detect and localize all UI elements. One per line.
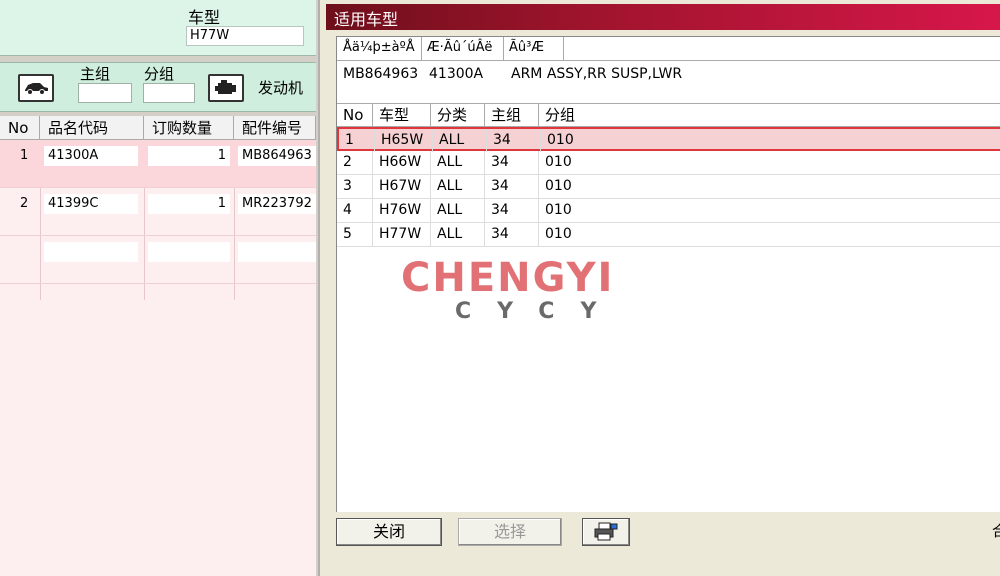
table-row[interactable]: 1 H65W ALL 34 010 [337,127,1000,152]
sub-group-label: 分组 [144,65,175,83]
header-divider [503,37,504,61]
main-group-field[interactable] [78,83,132,103]
model-field[interactable]: H77W [186,26,304,46]
chengyi-watermark: CHENGYI CYCY [401,255,641,324]
dialog-titlebar[interactable]: 适用车型 [326,4,1000,30]
class-cell: ALL [431,223,485,246]
model-cell: H77W [373,223,431,246]
dialog-title: 适用车型 [334,10,399,29]
main-group-cell: 34 [487,129,541,152]
column-header[interactable]: No [337,104,373,126]
main-group-cell: 34 [485,175,539,198]
search-band: 主组 分组 发动机 [0,62,316,112]
watermark-sub-text: CYCY [455,299,623,324]
model-cell: H65W [375,129,433,152]
column-header[interactable]: 车型 [373,104,431,126]
part-number[interactable]: MR223792 [238,194,316,214]
column-header[interactable]: 分类 [431,104,485,126]
class-cell: ALL [431,199,485,222]
sub-group-cell: 010 [539,223,1000,246]
info-header: Æ·Ãû´úÂë [427,40,493,55]
class-cell: ALL [431,175,485,198]
class-cell: ALL [431,151,485,174]
model-cell: H66W [373,151,431,174]
column-header[interactable]: No [0,116,40,140]
row-number: 5 [337,223,373,246]
sub-group-cell: 010 [539,151,1000,174]
applicable-models-dialog: 适用车型 Åä¼þ±àºÅ Æ·Ãû´úÂë Ãû³Æ MB864963 413… [318,0,1000,576]
table-row[interactable]: 3 H67W ALL 34 010 [337,175,1000,199]
background-header: 车型 H77W [0,0,316,56]
sub-group-cell: 010 [539,199,1000,222]
table-row[interactable]: 1 41300A 1 MB864963 [0,140,316,188]
order-quantity[interactable]: 1 [148,194,230,214]
table-row[interactable] [0,236,316,284]
engine-label: 发动机 [258,79,304,97]
row-number: 1 [339,129,375,152]
sub-group-cell: 010 [539,175,1000,198]
row-number: 3 [337,175,373,198]
sub-group-cell: 010 [541,129,1000,152]
row-number: 2 [20,196,29,211]
part-number[interactable]: MB864963 [238,146,316,166]
column-header[interactable]: 订购数量 [144,116,234,140]
main-group-cell: 34 [485,199,539,222]
column-header[interactable]: 配件编号 [234,116,316,140]
table-row[interactable]: 2 H66W ALL 34 010 [337,151,1000,175]
main-group-label: 主组 [80,65,111,83]
main-group-cell: 34 [485,223,539,246]
select-button[interactable]: 选择 [458,518,562,546]
dialog-body: Åä¼þ±àºÅ Æ·Ãû´úÂë Ãû³Æ MB864963 41300A A… [336,36,1000,512]
engine-button[interactable] [208,74,244,102]
print-button[interactable] [582,518,630,546]
engine-icon [215,80,236,94]
class-cell: ALL [433,129,487,152]
part-name-value: ARM ASSY,RR SUSP,LWR [511,66,683,82]
main-group-cell: 34 [485,151,539,174]
column-header[interactable]: 品名代码 [40,116,144,140]
header-divider [563,37,564,61]
printer-icon [594,522,618,541]
table-row[interactable]: 4 H76W ALL 34 010 [337,199,1000,223]
models-table-header: No 车型 分类 主组 分组 [337,103,1000,127]
item-code[interactable]: 41399C [44,194,138,214]
part-number-value: MB864963 [343,66,419,82]
order-grid: No 品名代码 订购数量 配件编号 1 41300A 1 MB864963 2 … [0,116,316,576]
close-button[interactable]: 关闭 [336,518,442,546]
part-number[interactable] [238,242,316,262]
row-number: 1 [20,148,29,163]
row-number: 4 [337,199,373,222]
order-grid-header: No 品名代码 订购数量 配件编号 [0,116,316,140]
order-quantity[interactable] [148,242,230,262]
truncated-label: 合 [992,522,1000,540]
item-code[interactable]: 41300A [44,146,138,166]
model-label: 车型 [188,8,221,27]
header-divider [421,37,422,61]
row-number: 2 [337,151,373,174]
item-code[interactable] [44,242,138,262]
column-header[interactable]: 主组 [485,104,539,126]
item-code-value: 41300A [429,66,484,82]
info-header: Åä¼þ±àºÅ [343,40,415,55]
part-info-header: Åä¼þ±àºÅ Æ·Ãû´úÂë Ãû³Æ [337,37,1000,61]
column-header[interactable]: 分组 [539,104,1000,126]
car-icon [25,83,48,95]
table-row[interactable]: 5 H77W ALL 34 010 [337,223,1000,247]
order-quantity[interactable]: 1 [148,146,230,166]
model-cell: H67W [373,175,431,198]
sub-group-field[interactable] [143,83,195,103]
table-row[interactable]: 2 41399C 1 MR223792 [0,188,316,236]
watermark-main-text: CHENGYI [401,255,615,301]
car-button[interactable] [18,74,54,102]
info-header: Ãû³Æ [509,40,545,55]
model-cell: H76W [373,199,431,222]
